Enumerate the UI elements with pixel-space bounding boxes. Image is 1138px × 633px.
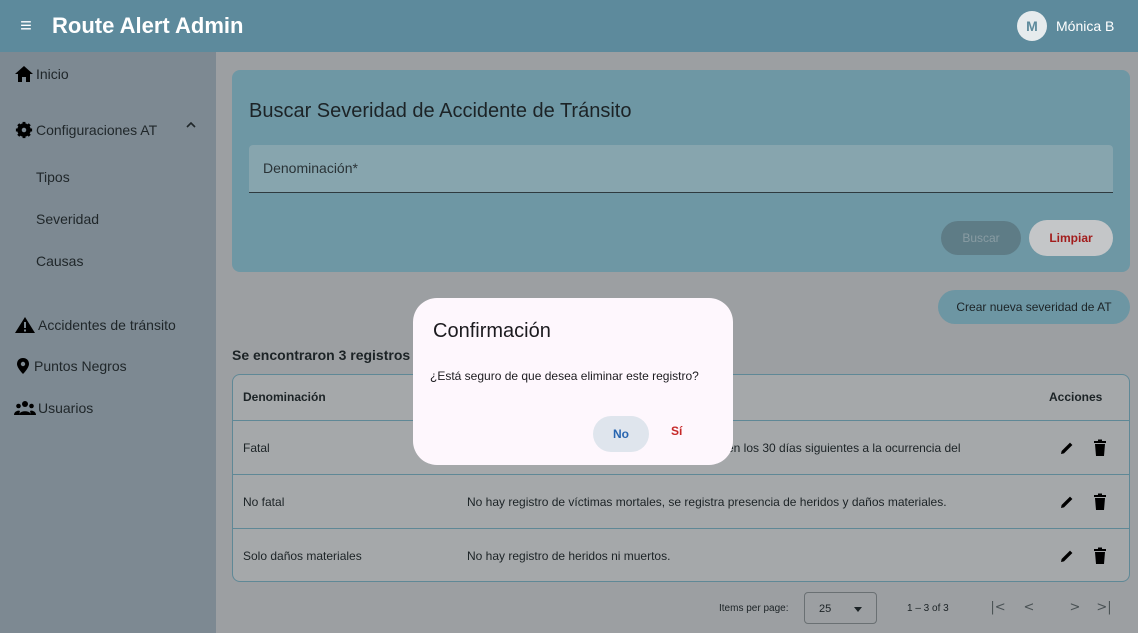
- edit-icon[interactable]: [1059, 440, 1075, 456]
- edit-icon[interactable]: [1059, 494, 1075, 510]
- avatar[interactable]: M: [1017, 11, 1047, 41]
- cell-denominacion: No fatal: [243, 495, 285, 509]
- delete-icon[interactable]: [1093, 493, 1107, 511]
- denominacion-field-label: Denominación*: [263, 160, 358, 176]
- user-name[interactable]: Mónica B: [1056, 16, 1114, 36]
- menu-icon[interactable]: ≡: [16, 14, 36, 38]
- sidebar-item-puntos-negros[interactable]: Puntos Negros: [14, 354, 127, 378]
- delete-icon[interactable]: [1093, 547, 1107, 565]
- create-severity-button[interactable]: Crear nueva severidad de AT: [938, 290, 1130, 324]
- sidebar-item-label: Usuarios: [38, 400, 94, 416]
- yes-button[interactable]: Sí: [671, 422, 682, 440]
- no-button[interactable]: No: [593, 416, 649, 452]
- sidebar-item-inicio[interactable]: Inicio: [14, 62, 69, 86]
- table-row: Solo daños materiales No hay registro de…: [233, 530, 1129, 581]
- cell-descripcion: No hay registro de heridos ni muertos.: [467, 549, 671, 563]
- sidebar-item-label: Accidentes de tránsito: [38, 317, 176, 333]
- column-header-acciones: Acciones: [1049, 390, 1103, 404]
- next-page-icon[interactable]: >: [1067, 600, 1083, 616]
- app-title: Route Alert Admin: [52, 13, 244, 38]
- page-size-value: 25: [819, 603, 832, 615]
- sidebar-item-accidentes[interactable]: Accidentes de tránsito: [14, 313, 176, 337]
- first-page-icon[interactable]: |<: [990, 600, 1006, 616]
- denominacion-field[interactable]: Denominación*: [249, 145, 1113, 193]
- page-size-select[interactable]: 25: [804, 592, 877, 624]
- column-header-denominacion[interactable]: Denominación: [243, 390, 326, 404]
- delete-icon[interactable]: [1093, 439, 1107, 457]
- dialog-message: ¿Está seguro de que desea eliminar este …: [430, 369, 699, 383]
- previous-page-icon[interactable]: <: [1021, 600, 1037, 616]
- limpiar-button[interactable]: Limpiar: [1029, 220, 1113, 256]
- cell-denominacion: Solo daños materiales: [243, 549, 362, 563]
- sidebar-item-label: Configuraciones AT: [36, 122, 158, 138]
- edit-icon[interactable]: [1059, 548, 1075, 564]
- top-app-bar: ≡ Route Alert Admin M Mónica B: [0, 0, 1138, 52]
- cell-descripcion: No hay registro de víctimas mortales, se…: [467, 495, 947, 509]
- results-count: Se encontraron 3 registros: [232, 347, 411, 363]
- warning-icon: [15, 317, 35, 333]
- sidebar-item-usuarios[interactable]: Usuarios: [14, 396, 93, 420]
- last-page-icon[interactable]: >|: [1096, 600, 1112, 616]
- chevron-up-icon[interactable]: [184, 118, 198, 132]
- group-icon: [14, 401, 36, 415]
- page-range-label: 1 – 3 of 3: [907, 603, 949, 614]
- confirmation-dialog: Confirmación ¿Está seguro de que desea e…: [413, 298, 733, 465]
- sidebar-item-label: Inicio: [36, 66, 69, 82]
- dialog-title: Confirmación: [433, 320, 551, 342]
- map-pin-icon: [17, 358, 29, 374]
- sidebar-item-causas[interactable]: Causas: [36, 251, 83, 271]
- page-title: Buscar Severidad de Accidente de Tránsit…: [249, 100, 632, 122]
- dropdown-arrow-icon: [854, 607, 862, 612]
- cell-descripcion: en los 30 días siguientes a la ocurrenci…: [727, 441, 961, 455]
- gear-icon: [15, 121, 33, 139]
- items-per-page-label: Items per page:: [719, 603, 789, 614]
- buscar-button[interactable]: Buscar: [941, 221, 1021, 255]
- sidebar-item-configuraciones[interactable]: Configuraciones AT: [14, 118, 157, 142]
- sidebar-item-tipos[interactable]: Tipos: [36, 167, 70, 187]
- cell-denominacion: Fatal: [243, 441, 270, 455]
- sidebar-item-severidad[interactable]: Severidad: [36, 209, 99, 229]
- home-icon: [15, 66, 33, 82]
- sidebar-item-label: Puntos Negros: [34, 358, 127, 374]
- table-row: No fatal No hay registro de víctimas mor…: [233, 476, 1129, 529]
